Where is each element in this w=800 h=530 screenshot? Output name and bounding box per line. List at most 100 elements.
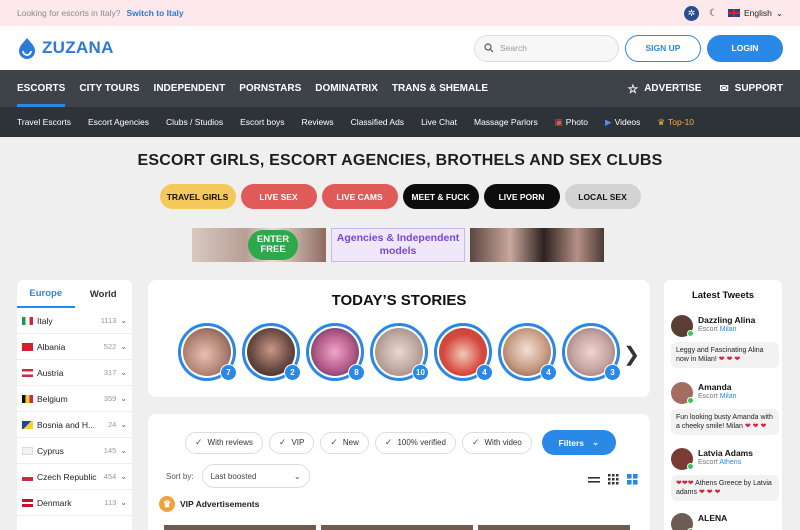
subnav-photo[interactable]: ▣ Photo (555, 117, 588, 128)
nav-dominatrix[interactable]: DOMINATRIX (315, 70, 378, 107)
large-grid-icon[interactable] (627, 474, 638, 485)
check-icon: ✓ (278, 437, 287, 447)
avatar[interactable] (671, 382, 694, 404)
small-grid-icon[interactable] (608, 474, 619, 485)
banner-photo[interactable] (470, 228, 604, 262)
nav-escorts[interactable]: ESCORTS (17, 70, 66, 107)
search-input[interactable]: Search (474, 34, 619, 62)
tweet-message: Fun looking busty Amanda with a cheeky s… (671, 409, 779, 435)
support-link[interactable]: ✉ SUPPORT (719, 82, 783, 95)
country-item[interactable]: Italy 1113 ⌄ (17, 308, 132, 334)
pill-meet-fuck[interactable]: MEET & FUCK (402, 184, 479, 209)
tab-world[interactable]: World (75, 280, 133, 308)
avatar[interactable] (671, 315, 694, 337)
avatar[interactable] (671, 513, 694, 530)
subnav-classified-ads[interactable]: Classified Ads (351, 117, 404, 127)
vip-thumb[interactable] (164, 525, 316, 530)
tweet-author-name[interactable]: Amanda (698, 382, 737, 392)
tweet-header: Latvia Adams Escort Athens (671, 448, 779, 470)
subnav-escort-agencies[interactable]: Escort Agencies (88, 117, 149, 127)
banner-enter-free[interactable]: ENTER FREE (192, 228, 326, 262)
vip-thumb[interactable] (321, 525, 473, 530)
uk-flag-icon (727, 9, 740, 17)
country-item[interactable]: Cyprus 145 ⌄ (17, 438, 132, 464)
chevron-right-icon[interactable]: ❯ (623, 342, 640, 367)
tweet-item[interactable]: ALENA (671, 513, 727, 530)
tweet-item[interactable]: Dazzling Alina Escort Milan Leggy and Fasc… (671, 315, 779, 368)
vip-thumb[interactable] (478, 525, 630, 530)
tweet-role: Escort (698, 326, 718, 333)
country-flag-icon (22, 394, 33, 403)
country-item[interactable]: Bosnia and H... 24 ⌄ (17, 412, 132, 438)
tweet-author-name[interactable]: Dazzling Alina (698, 315, 755, 325)
tweet-city[interactable]: Milan (720, 326, 737, 333)
country-item[interactable]: Belgium 359 ⌄ (17, 386, 132, 412)
filter-chip[interactable]: ✓ With reviews (185, 431, 263, 454)
login-button[interactable]: LOGIN (707, 34, 783, 62)
story-item[interactable]: 7 (178, 323, 237, 381)
tweet-city[interactable]: Milan (720, 393, 737, 400)
filter-chip[interactable]: ✓ New (320, 431, 369, 454)
subnav-massage-parlors[interactable]: Massage Parlors (474, 117, 538, 127)
tweet-city[interactable]: Athens (719, 459, 741, 466)
tweet-author-name[interactable]: Latvia Adams (698, 448, 753, 458)
sort-select[interactable]: Last boosted ⌄ (201, 464, 310, 488)
story-item[interactable]: 8 (306, 323, 365, 381)
site-logo[interactable]: ZUZANA (17, 37, 114, 59)
banner-agencies[interactable]: Agencies & Independent models (331, 228, 465, 262)
country-item[interactable]: Denmark 113 ⌄ (17, 490, 132, 516)
tweet-author-name[interactable]: ALENA (698, 513, 727, 523)
pill-live-cams[interactable]: LIVE CAMS (321, 184, 398, 209)
filter-chip[interactable]: ✓ VIP (268, 431, 315, 454)
vip-heading-label: VIP Advertisements (180, 499, 260, 509)
country-item[interactable]: Albania 522 ⌄ (17, 334, 132, 360)
chevron-down-icon: ⌄ (293, 471, 301, 481)
pill-local-sex[interactable]: LOCAL SEX (564, 184, 641, 209)
country-count: 113 (104, 498, 117, 507)
pill-travel-girls[interactable]: TRAVEL GIRLS (159, 184, 236, 209)
subnav-videos[interactable]: ▶ Videos (605, 117, 640, 128)
tweet-item[interactable]: Amanda Escort Milan Fun looking busty Aman… (671, 382, 779, 435)
filter-chip[interactable]: ✓ 100% verified (374, 431, 456, 454)
nav-pornstars[interactable]: PORNSTARS (239, 70, 301, 107)
dark-mode-icon[interactable]: ☾ (709, 8, 718, 19)
country-name: Italy (37, 315, 53, 326)
language-selector[interactable]: English ⌄ (727, 8, 783, 19)
subnav-travel-escorts[interactable]: Travel Escorts (17, 117, 71, 127)
nav-independent[interactable]: INDEPENDENT (154, 70, 226, 107)
tweet-header: Dazzling Alina Escort Milan (671, 315, 779, 337)
subnav-live-chat[interactable]: Live Chat (421, 117, 457, 127)
country-count: 317 (103, 368, 117, 377)
switch-country-link[interactable]: Switch to Italy (126, 8, 183, 18)
tweets-title: Latest Tweets (691, 290, 755, 301)
story-item[interactable]: 2 (242, 323, 301, 381)
story-item[interactable]: 3 (562, 323, 621, 381)
tweet-item[interactable]: Latvia Adams Escort Athens ❤❤❤ Athens Gree… (671, 448, 779, 501)
pill-live-sex[interactable]: LIVE SEX (240, 184, 317, 209)
avatar[interactable] (671, 448, 694, 470)
tab-europe[interactable]: Europe (17, 280, 75, 308)
story-item[interactable]: 4 (434, 323, 493, 381)
filters-button[interactable]: Filters ⌄ (541, 430, 616, 455)
subnav-clubs[interactable]: Clubs / Studios (166, 117, 223, 127)
filters-label: Filters (558, 437, 585, 448)
story-item[interactable]: 10 (370, 323, 429, 381)
accessibility-icon[interactable]: ✲ (684, 5, 700, 21)
signup-button[interactable]: SIGN UP (625, 34, 701, 62)
list-view-icon[interactable] (588, 475, 600, 485)
location-notice: Looking for escorts in Italy? (17, 8, 121, 18)
subnav-escort-boys[interactable]: Escort boys (240, 117, 284, 127)
advertise-link[interactable]: ☆ ADVERTISE (627, 82, 701, 96)
story-item[interactable]: 4 (498, 323, 557, 381)
filter-chip-label: 100% verified (397, 438, 446, 447)
country-item[interactable]: Austria 317 ⌄ (17, 360, 132, 386)
nav-trans[interactable]: TRANS & SHEMALE (392, 70, 488, 107)
subnav-top10[interactable]: ♛ Top-10 (657, 117, 694, 128)
subnav-videos-label: Videos (614, 117, 641, 127)
filter-chip-label: New (342, 438, 359, 447)
nav-city-tours[interactable]: CITY TOURS (79, 70, 139, 107)
pill-live-porn[interactable]: LIVE PORN (483, 184, 560, 209)
filter-chip[interactable]: ✓ With video (461, 431, 532, 454)
subnav-reviews[interactable]: Reviews (302, 117, 334, 127)
country-item[interactable]: Czech Republic 454 ⌄ (17, 464, 132, 490)
